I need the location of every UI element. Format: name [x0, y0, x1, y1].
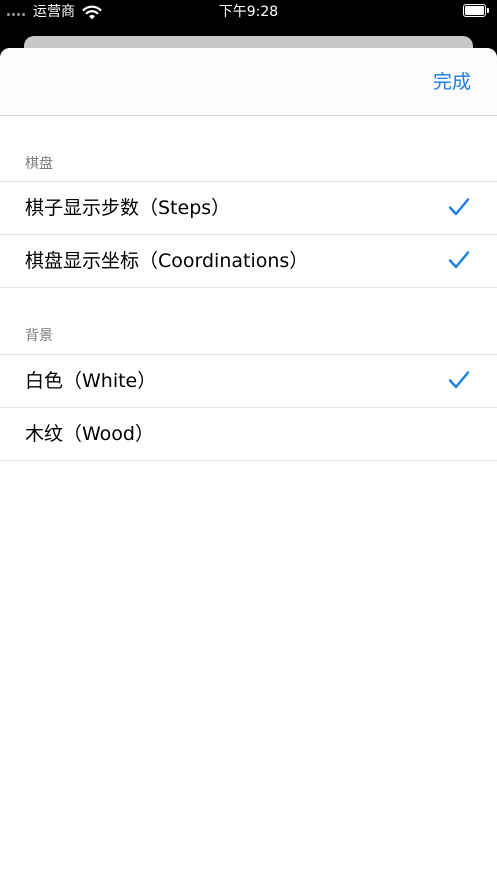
option-row-white[interactable]: 白色（White）	[0, 354, 497, 407]
option-row-show-coordinations[interactable]: 棋盘显示坐标（Coordinations）	[0, 234, 497, 288]
section-header-board: 棋盘	[25, 156, 53, 172]
navigation-bar: 完成	[0, 48, 497, 116]
battery-icon	[463, 4, 489, 17]
done-button[interactable]: 完成	[433, 70, 471, 94]
status-bar: 运营商 下午9:28	[0, 0, 497, 28]
status-time: 下午9:28	[218, 4, 279, 20]
checkmark-icon	[448, 250, 470, 270]
option-label: 白色（White）	[25, 370, 157, 392]
option-label: 棋盘显示坐标（Coordinations）	[25, 250, 309, 272]
settings-sheet: 完成 棋盘 棋子显示步数（Steps） 棋盘显示坐标（Coordinations…	[0, 48, 497, 883]
section-header-background: 背景	[25, 328, 53, 344]
checkmark-icon	[448, 370, 470, 390]
option-row-wood[interactable]: 木纹（Wood）	[0, 407, 497, 461]
option-label: 棋子显示步数（Steps）	[25, 197, 231, 219]
checkmark-icon	[448, 197, 470, 217]
option-row-show-steps[interactable]: 棋子显示步数（Steps）	[0, 181, 497, 234]
option-label: 木纹（Wood）	[25, 423, 154, 445]
